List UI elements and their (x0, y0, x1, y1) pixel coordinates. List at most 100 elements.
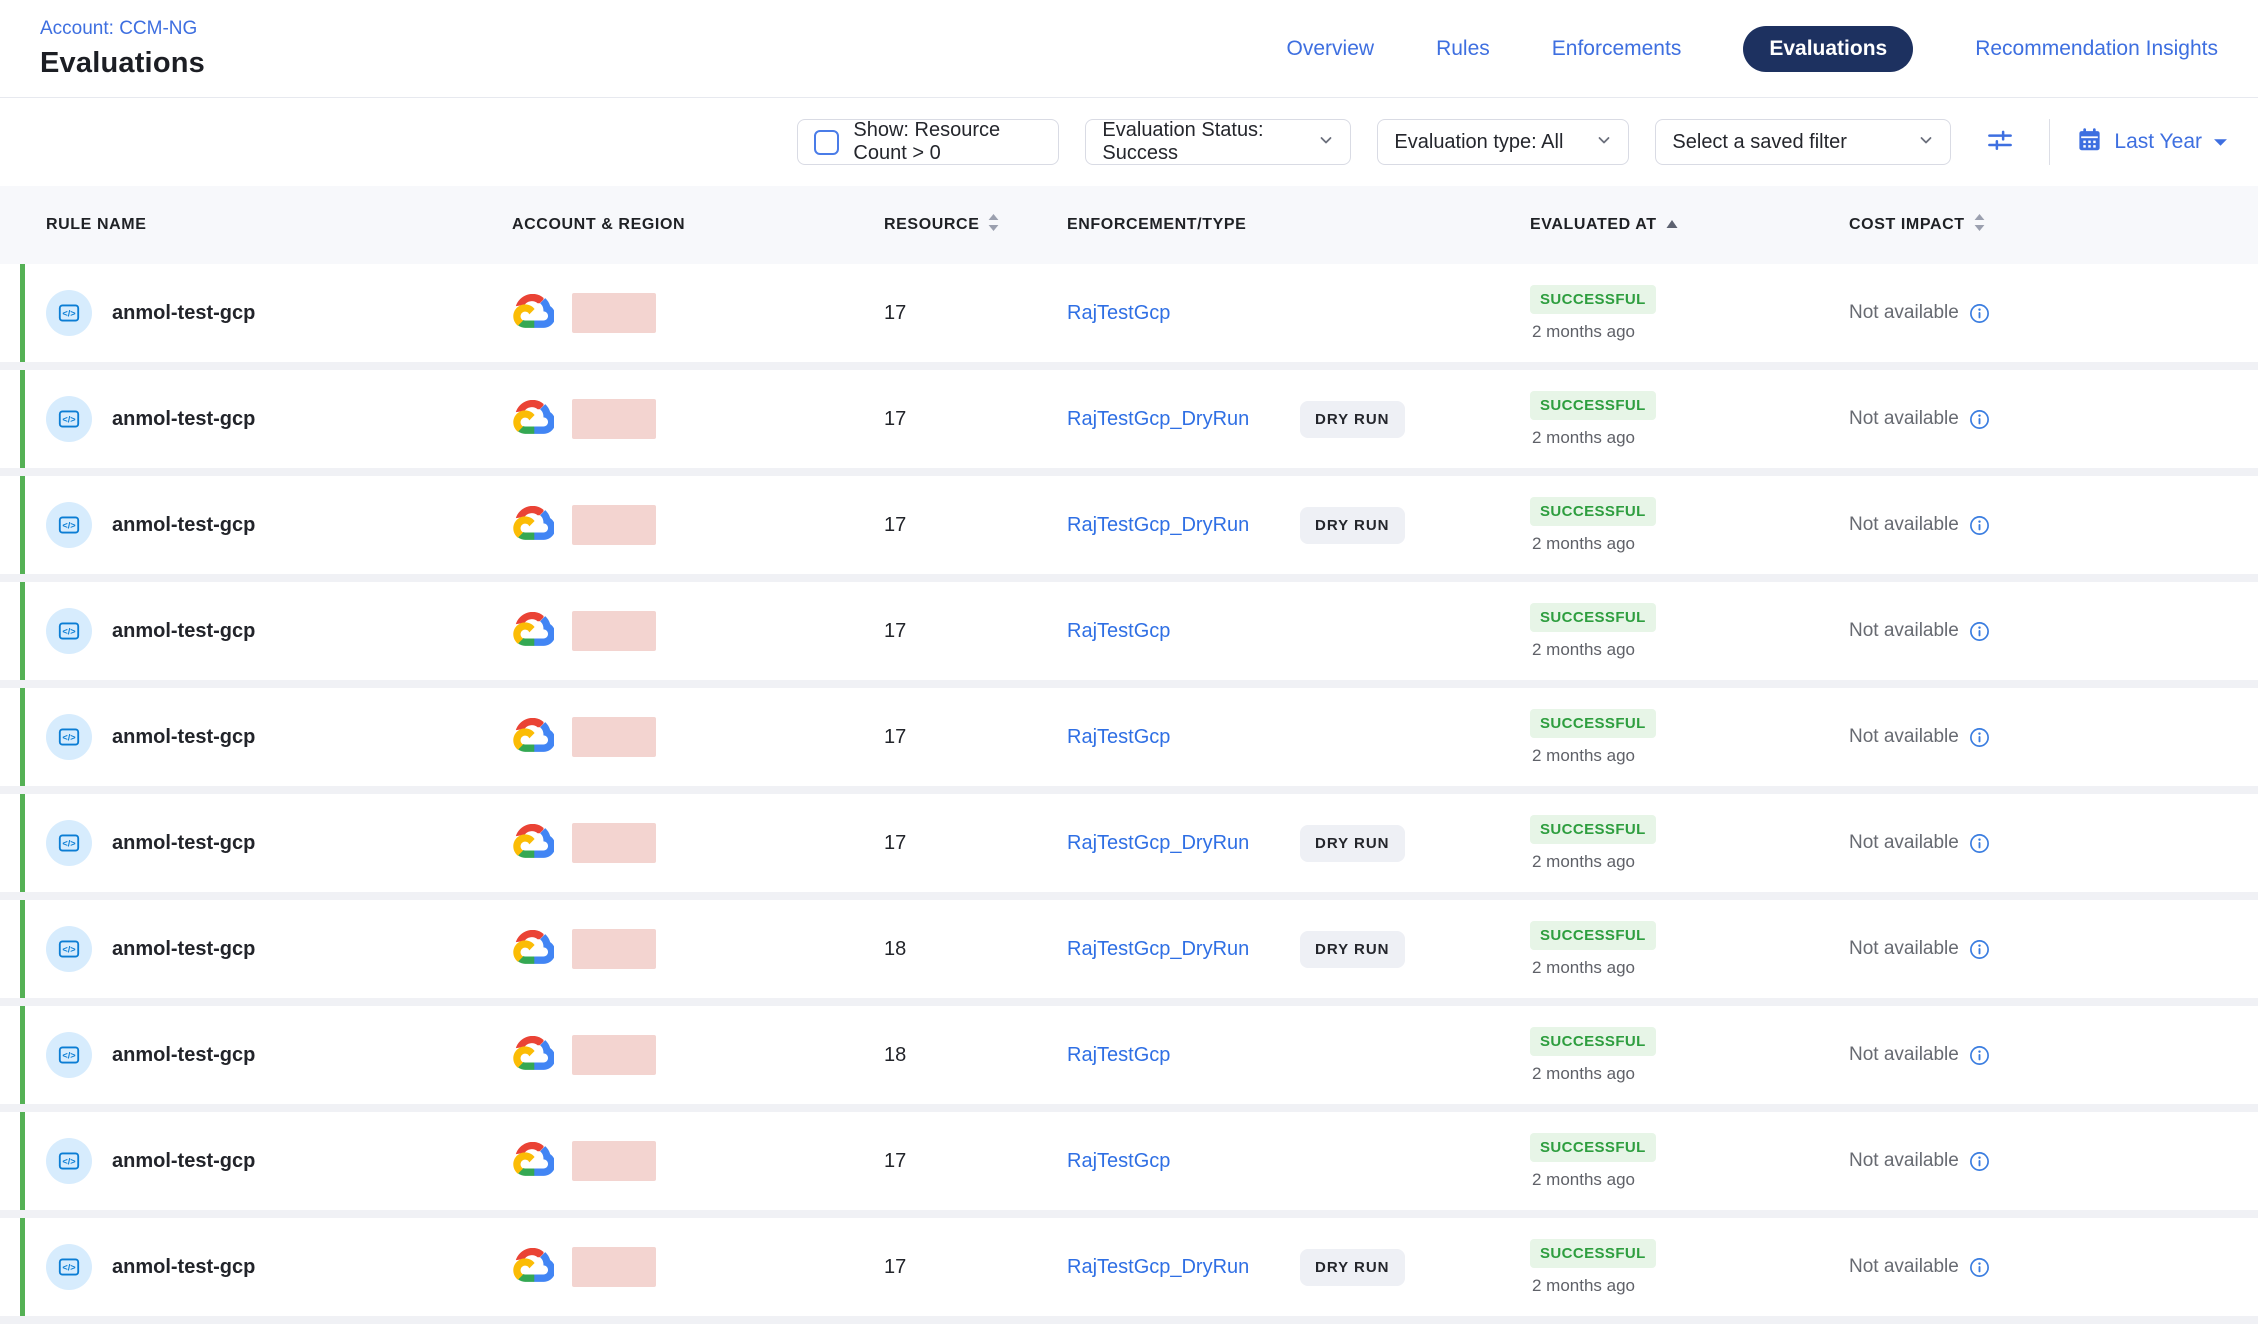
nav-item-recommendation-insights[interactable]: Recommendation Insights (1975, 37, 2218, 61)
cost-impact-cell: Not available (1849, 1044, 2258, 1066)
account-region-cell (512, 823, 884, 863)
info-icon[interactable] (1969, 1257, 1990, 1278)
rule-name-cell: </> anmol-test-gcp (46, 926, 512, 972)
info-icon[interactable] (1969, 409, 1990, 430)
table-row[interactable]: </> anmol-test-gcp 17 RajTest (0, 794, 2258, 892)
rule-icon: </> (46, 290, 92, 336)
show-resource-count-filter[interactable]: Show: Resource Count > 0 (797, 119, 1059, 165)
enforcement-link[interactable]: RajTestGcp_DryRun (1067, 938, 1249, 961)
account-region-cell (512, 505, 884, 545)
resource-count-checkbox[interactable] (814, 130, 839, 155)
dry-run-badge: DRY RUN (1300, 507, 1405, 544)
chevron-down-icon (1318, 131, 1334, 154)
resource-count: 17 (884, 832, 1067, 855)
saved-filter-dropdown[interactable]: Select a saved filter (1655, 119, 1951, 165)
info-icon[interactable] (1969, 1151, 1990, 1172)
column-header-evaluated-at[interactable]: EVALUATED AT (1530, 216, 1849, 234)
nav-item-enforcements[interactable]: Enforcements (1552, 37, 1682, 61)
info-icon[interactable] (1969, 621, 1990, 642)
info-icon[interactable] (1969, 833, 1990, 854)
info-icon[interactable] (1969, 1045, 1990, 1066)
evaluated-time: 2 months ago (1532, 958, 1635, 978)
enforcement-link[interactable]: RajTestGcp (1067, 620, 1170, 643)
sort-asc-icon[interactable] (1666, 216, 1678, 234)
evaluated-time: 2 months ago (1532, 1064, 1635, 1084)
nav-item-rules[interactable]: Rules (1436, 37, 1490, 61)
cost-impact-cell: Not available (1849, 620, 2258, 642)
info-icon[interactable] (1969, 939, 1990, 960)
rule-name-cell: </> anmol-test-gcp (46, 502, 512, 548)
column-header-cost-impact[interactable]: COST IMPACT (1849, 214, 2258, 236)
enforcement-link[interactable]: RajTestGcp (1067, 1044, 1170, 1067)
enforcement-link[interactable]: RajTestGcp_DryRun (1067, 514, 1249, 537)
svg-text:</>: </> (62, 627, 75, 637)
table-row[interactable]: </> anmol-test-gcp 17 RajTest (0, 1218, 2258, 1316)
evaluation-type-dropdown[interactable]: Evaluation type: All (1377, 119, 1629, 165)
svg-text:</>: </> (62, 1051, 75, 1061)
enforcement-cell: RajTestGcp DRY RUN (1067, 582, 1530, 680)
table-body: </> anmol-test-gcp 17 RajTest (0, 264, 2258, 1324)
gcp-logo-icon (512, 1248, 554, 1287)
rule-name: anmol-test-gcp (112, 514, 255, 537)
redacted-account-id (572, 1141, 656, 1181)
table-row[interactable]: </> anmol-test-gcp 18 RajTest (0, 900, 2258, 998)
table-row[interactable]: </> anmol-test-gcp 17 RajTest (0, 476, 2258, 574)
cost-impact-value: Not available (1849, 726, 1959, 748)
cost-impact-cell: Not available (1849, 302, 2258, 324)
nav-item-evaluations[interactable]: Evaluations (1743, 26, 1913, 72)
enforcement-link[interactable]: RajTestGcp (1067, 1150, 1170, 1173)
gcp-logo-icon (512, 612, 554, 651)
page-title: Evaluations (40, 47, 205, 80)
column-header-enforcement-type: ENFORCEMENT/TYPE (1067, 216, 1530, 234)
evaluated-at-cell: SUCCESSFUL 2 months ago (1530, 1239, 1849, 1296)
rule-icon: </> (46, 1244, 92, 1290)
rule-icon: </> (46, 926, 92, 972)
rule-name-cell: </> anmol-test-gcp (46, 608, 512, 654)
redacted-account-id (572, 505, 656, 545)
enforcement-link[interactable]: RajTestGcp (1067, 726, 1170, 749)
enforcement-link[interactable]: RajTestGcp_DryRun (1067, 408, 1249, 431)
table-row[interactable]: </> anmol-test-gcp 17 RajTest (0, 688, 2258, 786)
cost-impact-value: Not available (1849, 408, 1959, 430)
nav-item-overview[interactable]: Overview (1287, 37, 1375, 61)
info-icon[interactable] (1969, 727, 1990, 748)
enforcement-cell: RajTestGcp DRY RUN (1067, 688, 1530, 786)
rule-name-cell: </> anmol-test-gcp (46, 820, 512, 866)
rule-icon: </> (46, 608, 92, 654)
info-icon[interactable] (1969, 515, 1990, 536)
enforcement-link[interactable]: RajTestGcp (1067, 302, 1170, 325)
date-range-picker[interactable]: Last Year (2076, 126, 2228, 159)
status-badge: SUCCESSFUL (1530, 1239, 1656, 1268)
svg-text:</>: </> (62, 415, 75, 425)
rule-name: anmol-test-gcp (112, 620, 255, 643)
account-region-cell (512, 1141, 884, 1181)
row-divider (0, 786, 2258, 794)
enforcement-link[interactable]: RajTestGcp_DryRun (1067, 832, 1249, 855)
account-breadcrumb-link[interactable]: Account: CCM-NG (40, 18, 205, 40)
evaluated-time: 2 months ago (1532, 1170, 1635, 1190)
status-badge: SUCCESSFUL (1530, 1133, 1656, 1162)
rule-name-cell: </> anmol-test-gcp (46, 714, 512, 760)
column-header-resource[interactable]: RESOURCE (884, 214, 1067, 236)
table-row[interactable]: </> anmol-test-gcp 17 RajTest (0, 1112, 2258, 1210)
cost-impact-cell: Not available (1849, 832, 2258, 854)
sort-icon[interactable] (988, 214, 999, 236)
evaluation-status-dropdown[interactable]: Evaluation Status: Success (1085, 119, 1351, 165)
info-icon[interactable] (1969, 303, 1990, 324)
cost-impact-cell: Not available (1849, 1150, 2258, 1172)
redacted-account-id (572, 929, 656, 969)
gcp-logo-icon (512, 400, 554, 439)
row-divider (0, 680, 2258, 688)
enforcement-link[interactable]: RajTestGcp_DryRun (1067, 1256, 1249, 1279)
evaluations-table: RULE NAME ACCOUNT & REGION RESOURCE ENFO… (0, 186, 2258, 1324)
sort-icon[interactable] (1974, 214, 1985, 236)
status-badge: SUCCESSFUL (1530, 921, 1656, 950)
table-row[interactable]: </> anmol-test-gcp 18 RajTest (0, 1006, 2258, 1104)
table-row[interactable]: </> anmol-test-gcp 17 RajTest (0, 370, 2258, 468)
filter-settings-button[interactable] (1977, 119, 2023, 165)
resource-count: 18 (884, 938, 1067, 961)
table-row[interactable]: </> anmol-test-gcp 17 RajTest (0, 582, 2258, 680)
evaluated-time: 2 months ago (1532, 1276, 1635, 1296)
redacted-account-id (572, 823, 656, 863)
table-row[interactable]: </> anmol-test-gcp 17 RajTest (0, 264, 2258, 362)
